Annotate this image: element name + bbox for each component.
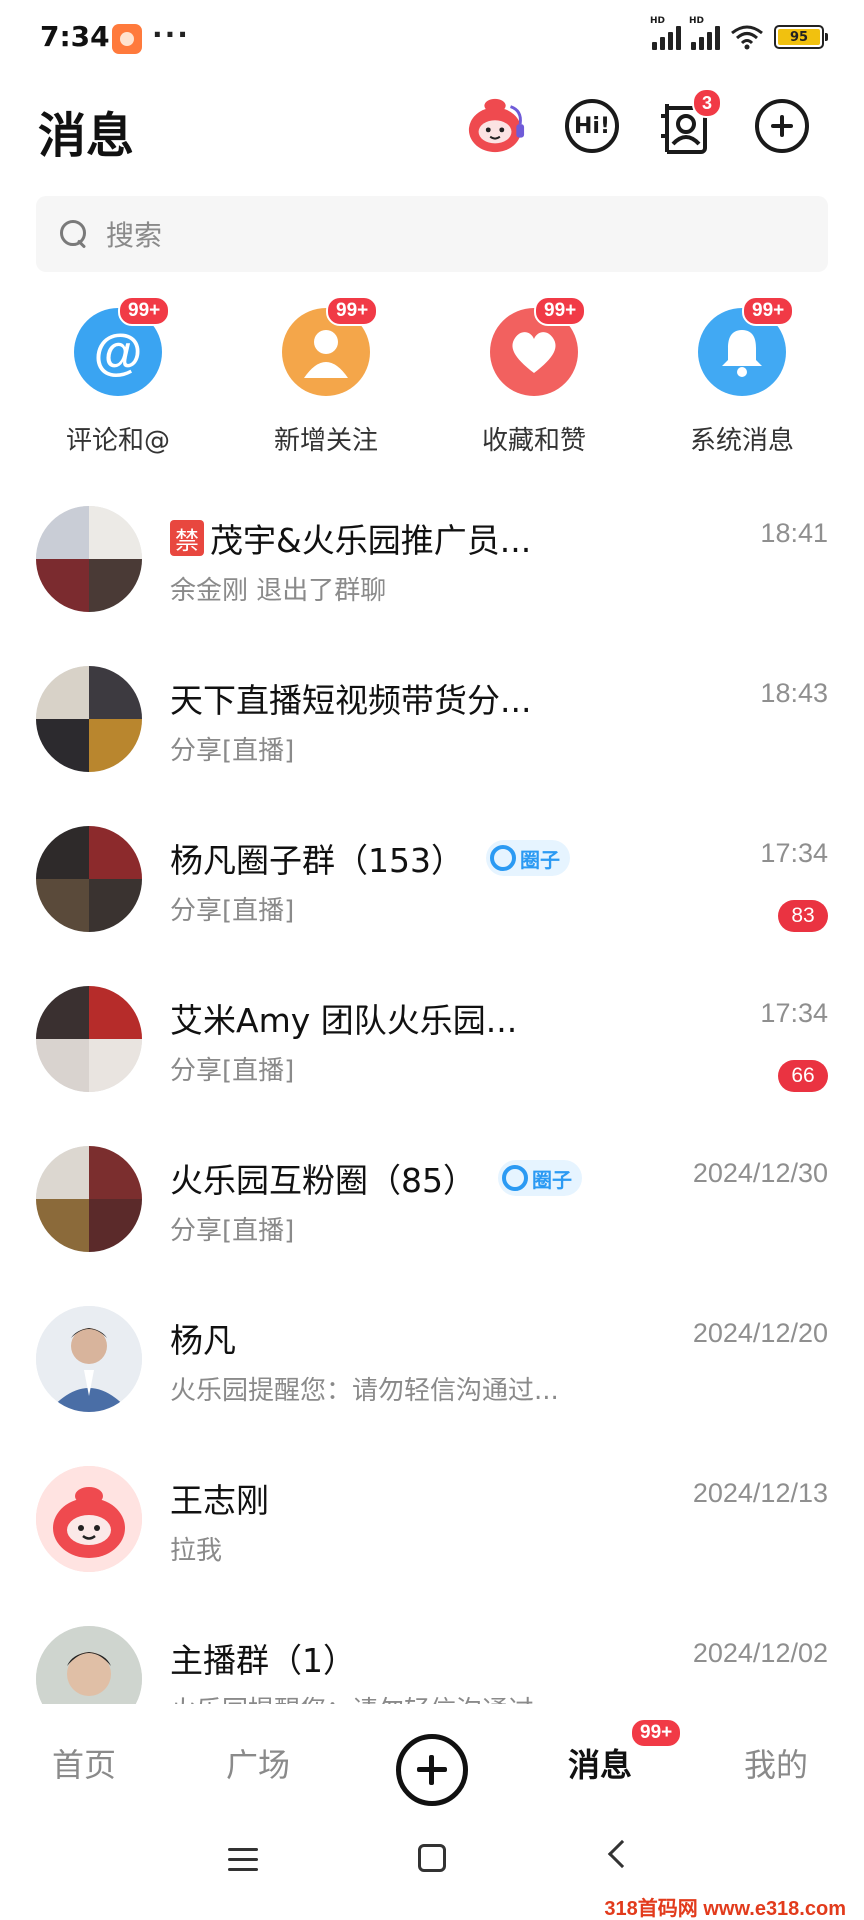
conversation-time: 2024/12/30 [692,1158,828,1188]
quick-label: 系统消息 [689,426,794,456]
conversation-title: 天下直播短视频带货分... [170,681,532,720]
quick-badge: 99+ [118,296,171,326]
contacts-button[interactable]: 3 [656,88,723,156]
mascot-service-icon[interactable] [466,96,526,156]
signal-icon-1: HD [650,16,681,50]
conversation-time: 18:41 [760,518,828,548]
conversation-preview: 分享[直播] [170,736,295,766]
quick-label: 评论和@ [65,426,170,456]
quick-badge: 99+ [326,296,379,326]
signal-icon-2: HD [689,16,720,50]
app-notification-icon [112,24,142,54]
quick-system-messages[interactable]: 99+ 系统消息 [642,296,842,458]
circle-tag: 圈子 [486,840,570,876]
nav-home[interactable]: 首页 [52,1740,116,1786]
hi-icon: Hi! [565,99,619,153]
nav-messages[interactable]: 消息 [568,1740,632,1786]
conversation-preview: 火乐园提醒您：请勿轻信沟通过... [170,1376,559,1406]
battery-level: 95 [778,29,820,45]
search-input[interactable]: 搜索 [36,196,828,272]
wifi-icon [731,25,763,50]
search-placeholder: 搜索 [106,219,163,252]
nav-create-button[interactable] [396,1734,468,1806]
conversation-item[interactable]: 禁 茂宇&火乐园推广员... 余金刚 退出了群聊 18:41 [0,492,864,652]
quick-label: 新增关注 [273,426,378,456]
conversation-item[interactable]: 王志刚 拉我 2024/12/13 [0,1452,864,1612]
conversation-preview: 余金刚 退出了群聊 [170,576,387,606]
home-icon[interactable] [418,1844,446,1872]
group-avatar [36,506,142,612]
conversation-title: 茂宇&火乐园推广员... [210,521,532,560]
quick-label: 收藏和赞 [481,426,586,456]
conversation-item[interactable]: 杨凡 火乐园提醒您：请勿轻信沟通过... 2024/12/20 [0,1292,864,1452]
nav-messages-badge: 99+ [630,1718,683,1748]
group-avatar [36,986,142,1092]
circle-ring-icon [490,845,516,871]
conversation-preview: 分享[直播] [170,896,295,926]
signal-label-2: HD [689,16,705,26]
circle-tag-label: 圈子 [532,1167,572,1192]
mascot-avatar [36,1466,142,1572]
conversation-item[interactable]: 天下直播短视频带货分... 分享[直播] 18:43 [0,652,864,812]
conversation-title: 艾米Amy 团队火乐园... [170,1001,518,1040]
battery-icon: 95 [774,25,828,49]
page-title: 消息 [38,108,135,164]
group-avatar [36,1146,142,1252]
conversation-time: 2024/12/13 [692,1478,828,1508]
conversation-time: 2024/12/02 [692,1638,828,1668]
quick-new-followers[interactable]: 99+ 新增关注 [226,296,426,458]
plus-icon [755,99,809,153]
group-avatar [36,826,142,932]
back-icon[interactable] [607,1839,637,1869]
search-icon [58,218,90,250]
quick-badge: 99+ [534,296,587,326]
conversation-name: 禁 茂宇&火乐园推广员... [170,514,531,562]
conversation-title: 主播群（1） [170,1641,356,1680]
conversation-time: 18:43 [760,678,828,708]
quick-badge: 99+ [742,296,795,326]
unread-badge: 83 [778,900,828,932]
menu-icon[interactable] [228,1848,258,1872]
signal-label-1: HD [650,16,666,26]
conversation-title: 火乐园互粉圈（85） [170,1161,476,1200]
quick-favorites-likes[interactable]: 99+ 收藏和赞 [434,296,634,458]
conversation-time: 17:34 [760,838,828,868]
conversation-name: 火乐园互粉圈（85） 圈子 [170,1154,582,1202]
conversation-time: 2024/12/20 [692,1318,828,1348]
contacts-badge: 3 [692,88,723,118]
conversation-preview: 分享[直播] [170,1216,295,1246]
conversation-title: 王志刚 [170,1481,269,1520]
status-indicators: HD HD 95 [650,16,828,50]
conversation-time: 17:34 [760,998,828,1028]
conversation-item[interactable]: 杨凡圈子群（153） 圈子 分享[直播] 17:34 83 [0,812,864,972]
user-avatar [36,1306,142,1412]
conversation-preview: 分享[直播] [170,1056,295,1086]
quick-comments-mentions[interactable]: @ 99+ 评论和@ [18,296,218,458]
watermark: 318首码网 www.e318.com [604,1898,846,1920]
group-avatar [36,666,142,772]
more-notifications-icon: ··· [152,18,190,51]
conversation-title: 杨凡圈子群（153） [170,841,464,880]
nav-plaza[interactable]: 广场 [226,1740,290,1786]
nav-mine[interactable]: 我的 [744,1740,808,1786]
muted-tag: 禁 [170,520,204,556]
quick-actions: @ 99+ 评论和@ 99+ 新增关注 99+ 收藏和赞 99+ 系统消息 [0,296,864,458]
status-time: 7:34 [40,20,110,53]
bottom-navigation: 首页 广场 消息 99+ 我的 [0,1704,864,1824]
circle-tag-label: 圈子 [520,847,560,872]
circle-ring-icon [502,1165,528,1191]
circle-tag: 圈子 [498,1160,582,1196]
conversation-item[interactable]: 火乐园互粉圈（85） 圈子 分享[直播] 2024/12/30 [0,1132,864,1292]
add-button[interactable] [752,96,812,156]
hi-greeting-button[interactable]: Hi! [562,96,622,156]
conversation-preview: 拉我 [170,1536,223,1566]
unread-badge: 66 [778,1060,828,1092]
status-bar: 7:34 ··· HD HD 95 [0,0,864,80]
conversation-title: 杨凡 [170,1321,236,1360]
conversation-name: 杨凡圈子群（153） 圈子 [170,834,570,882]
conversation-item[interactable]: 艾米Amy 团队火乐园... 分享[直播] 17:34 66 [0,972,864,1132]
